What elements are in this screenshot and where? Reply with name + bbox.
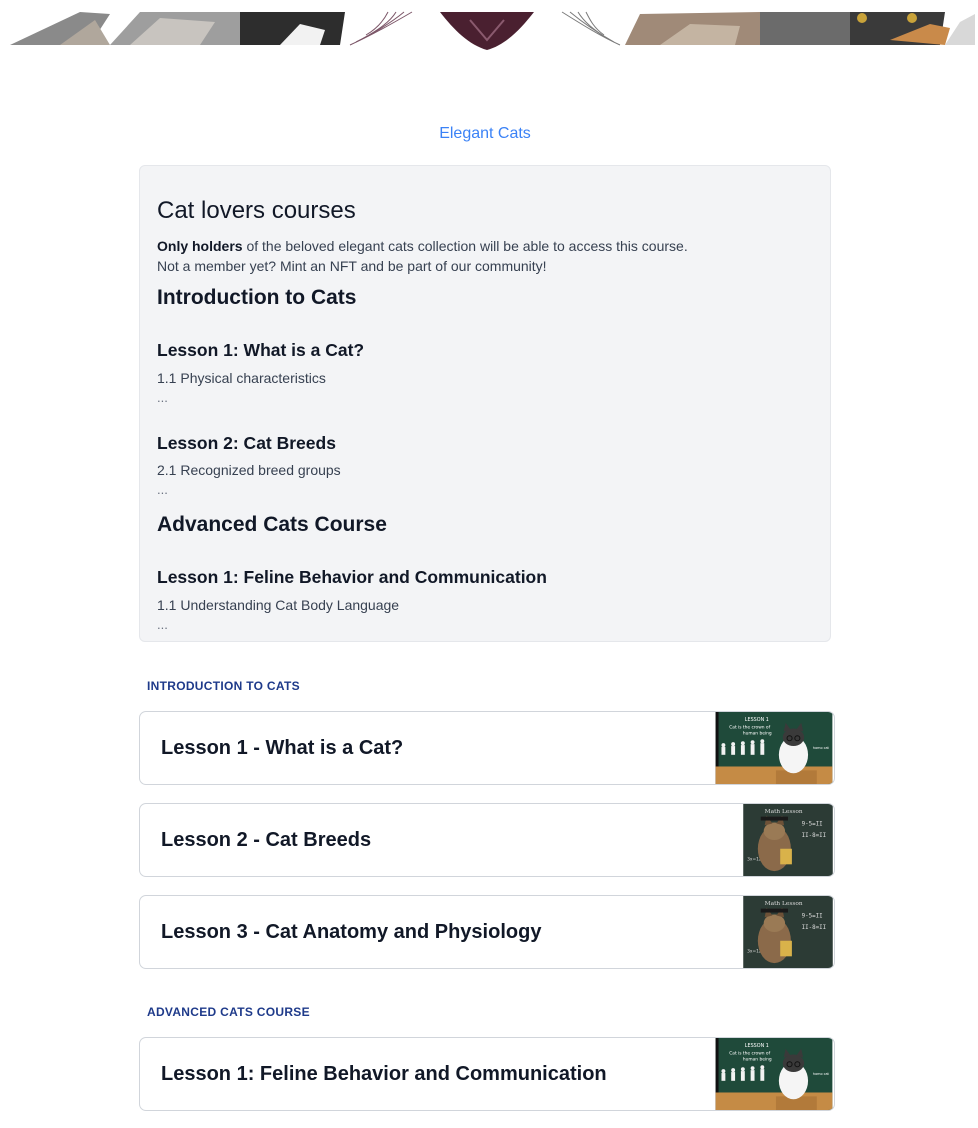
svg-text:homo cat: homo cat	[813, 1072, 830, 1076]
overview-section-heading: Advanced Cats Course	[157, 513, 387, 536]
overview-lesson-subtopic: 2.1 Recognized breed groups	[157, 462, 341, 478]
cat-teacher-evolution-thumbnail: LESSON 1 Cat is the crown of human being…	[715, 1038, 833, 1110]
site-name-link[interactable]: Elegant Cats	[0, 125, 970, 143]
svg-text:LESSON 1: LESSON 1	[745, 717, 769, 723]
svg-text:homo cat: homo cat	[813, 746, 830, 750]
cat-teacher-evolution-thumbnail: LESSON 1 Cat is the crown of human being…	[715, 712, 833, 784]
svg-text:Cat is the crown of: Cat is the crown of	[729, 725, 770, 731]
svg-text:LESSON 1: LESSON 1	[745, 1043, 769, 1049]
overview-section-heading: Introduction to Cats	[157, 286, 357, 309]
overview-lesson-more: ...	[157, 617, 168, 632]
intro-text-line2: Not a member yet? Mint an NFT and be par…	[157, 258, 547, 274]
lesson-card-title: Lesson 3 - Cat Anatomy and Physiology	[161, 920, 542, 943]
svg-text:Math Lesson: Math Lesson	[765, 809, 803, 815]
overview-lesson-title: Lesson 1: What is a Cat?	[157, 340, 365, 360]
intro-bold-text: Only holders	[157, 238, 243, 254]
lesson-card[interactable]: Lesson 1: Feline Behavior and Communicat…	[139, 1037, 835, 1111]
svg-text:9-5=II: 9-5=II	[802, 913, 823, 919]
lesson-card-title: Lesson 1 - What is a Cat?	[161, 736, 404, 759]
lesson-card-title: Lesson 2 - Cat Breeds	[161, 828, 372, 851]
svg-text:Cat is the crown of: Cat is the crown of	[729, 1051, 770, 1057]
svg-text:human being: human being	[743, 730, 772, 736]
lesson-card[interactable]: Lesson 3 - Cat Anatomy and Physiology Ma…	[139, 895, 835, 969]
overview-title: Cat lovers courses	[157, 197, 356, 224]
cat-math-lesson-thumbnail: Math Lesson 9-5=II II-8=II 3x=12	[743, 804, 833, 876]
cat-math-lesson-thumbnail: Math Lesson 9-5=II II-8=II 3x=12	[743, 896, 833, 968]
overview-lesson-subtopic: 1.1 Understanding Cat Body Language	[157, 597, 400, 613]
overview-description: Only holders of the beloved elegant cats…	[157, 236, 797, 276]
svg-text:human being: human being	[743, 1056, 772, 1062]
overview-lesson-more: ...	[157, 390, 168, 405]
svg-text:9-5=II: 9-5=II	[802, 821, 823, 827]
overview-lesson-subtopic: 1.1 Physical characteristics	[157, 370, 326, 386]
header-banner	[0, 0, 978, 52]
svg-text:Math Lesson: Math Lesson	[765, 901, 803, 907]
overview-lesson-title: Lesson 1: Feline Behavior and Communicat…	[157, 567, 547, 587]
course-overview-card: Cat lovers courses Only holders of the b…	[139, 165, 831, 642]
overview-lesson-more: ...	[157, 482, 168, 497]
lesson-card[interactable]: Lesson 2 - Cat Breeds Math Lesson 9-5=II…	[139, 803, 835, 877]
svg-text:II-8=II: II-8=II	[802, 833, 827, 839]
intro-text: of the beloved elegant cats collection w…	[242, 238, 688, 254]
lesson-card[interactable]: Lesson 1 - What is a Cat? LESSON 1 Cat i…	[139, 711, 835, 785]
section-label-introduction: INTRODUCTION TO CATS	[147, 679, 300, 693]
svg-text:II-8=II: II-8=II	[802, 925, 827, 931]
overview-lesson-title: Lesson 2: Cat Breeds	[157, 433, 336, 453]
lesson-card-title: Lesson 1: Feline Behavior and Communicat…	[161, 1062, 607, 1085]
section-label-advanced: ADVANCED CATS COURSE	[147, 1005, 310, 1019]
